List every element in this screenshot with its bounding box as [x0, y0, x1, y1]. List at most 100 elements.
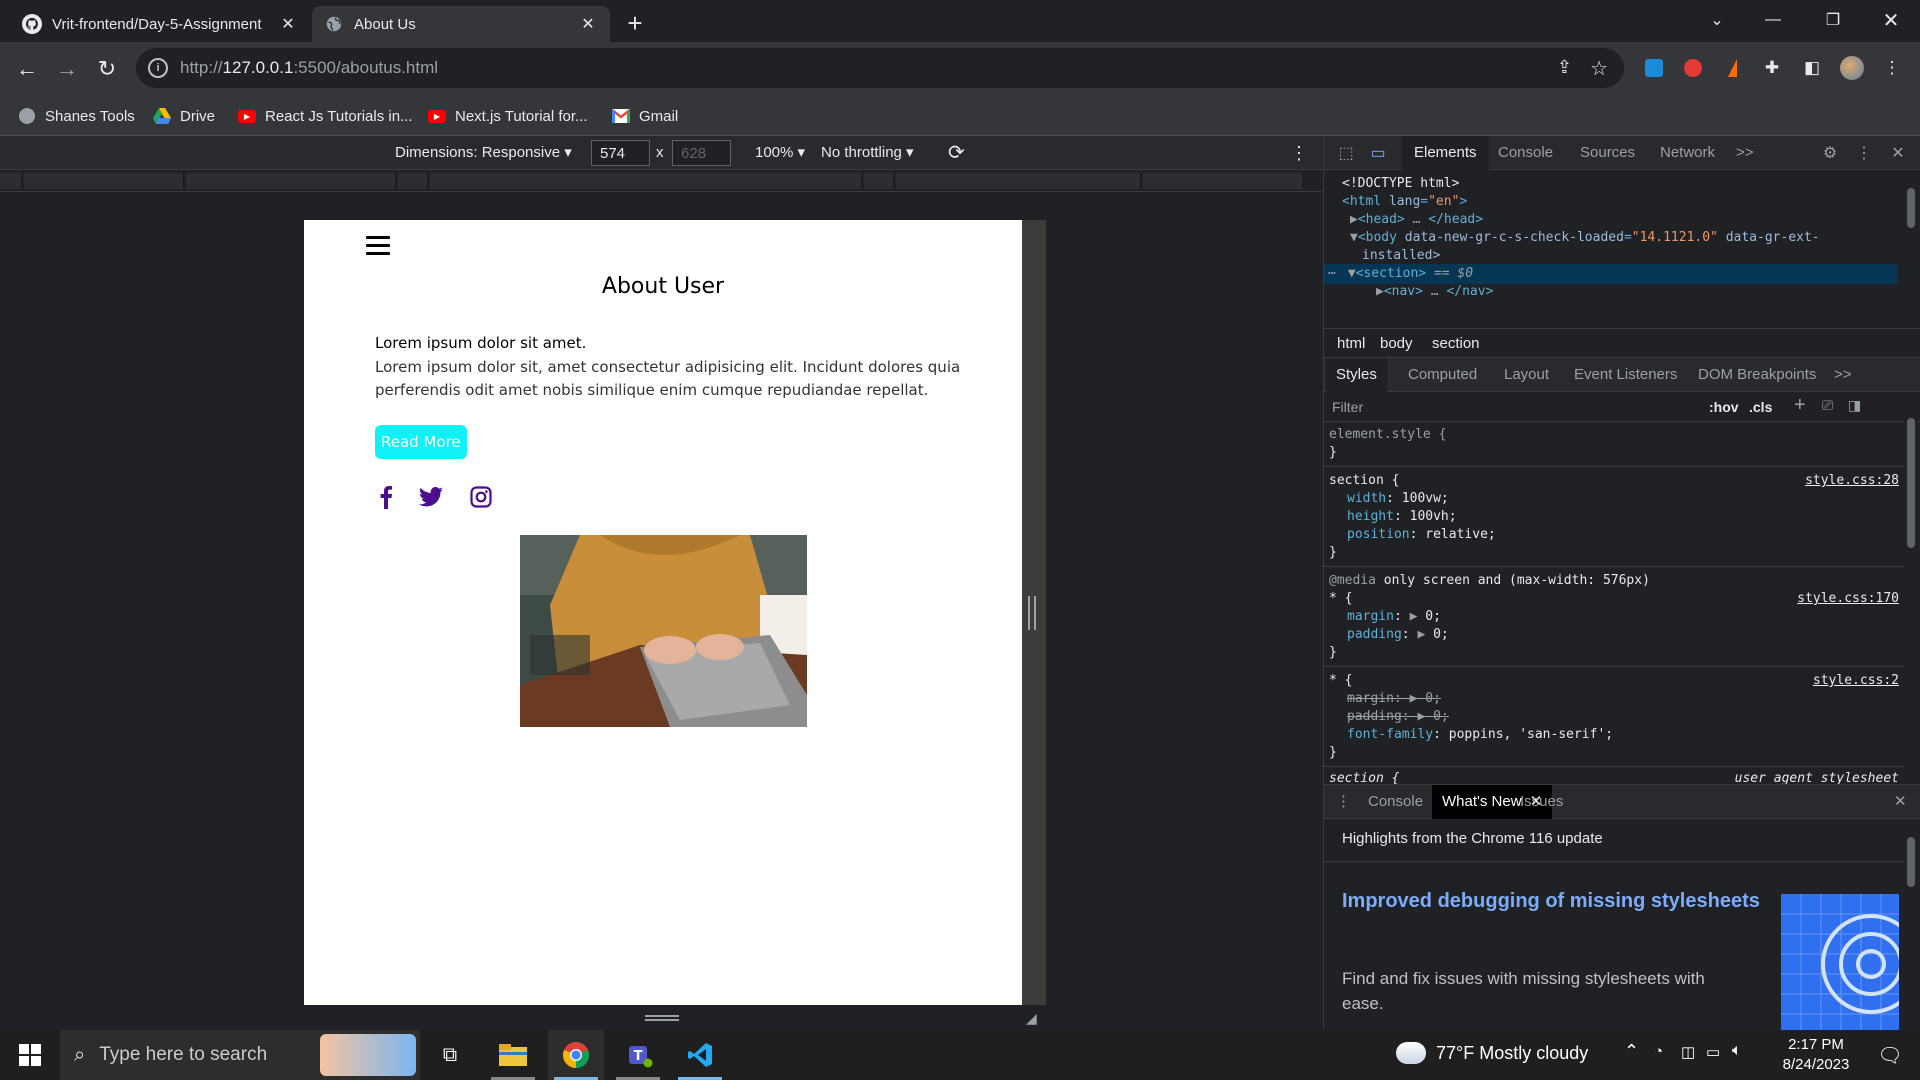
- device-toggle-icon[interactable]: ▭: [1368, 143, 1388, 163]
- twitter-icon[interactable]: [418, 484, 444, 510]
- read-more-button[interactable]: Read More: [375, 425, 467, 459]
- cls-toggle[interactable]: .cls: [1749, 399, 1772, 415]
- drawer-tab-issues[interactable]: Issues: [1510, 785, 1573, 819]
- drawer-tab-console[interactable]: Console: [1358, 785, 1433, 819]
- devtools-tab-console[interactable]: Console: [1486, 136, 1565, 170]
- dom-body-node[interactable]: ▼<body data-new-gr-c-s-check-loaded="14.…: [1350, 228, 1920, 248]
- network-icon[interactable]: ◔: [1654, 1043, 1663, 1060]
- bookmark-gmail[interactable]: Gmail: [612, 104, 678, 128]
- inspect-element-icon[interactable]: ⬚: [1336, 143, 1356, 163]
- dimensions-dropdown[interactable]: Dimensions: Responsive ▾: [395, 143, 572, 161]
- dom-section-node[interactable]: ⋯ ▼<section> == $0: [1324, 264, 1898, 284]
- viewport-width-resize-handle[interactable]: [1028, 596, 1036, 630]
- facebook-icon[interactable]: [373, 484, 399, 510]
- breadcrumb-section[interactable]: section: [1432, 335, 1480, 352]
- drawer-menu-icon[interactable]: ⋮: [1336, 792, 1351, 810]
- restore-icon[interactable]: ❐: [1810, 0, 1856, 40]
- notifications-icon[interactable]: 🗨︎: [1862, 1030, 1918, 1080]
- dom-nav-node[interactable]: ▶<nav> … </nav>: [1376, 282, 1920, 302]
- windows-start-icon[interactable]: [2, 1030, 58, 1080]
- rule-star-media[interactable]: * {style.css:170: [1329, 590, 1899, 608]
- height-input[interactable]: [672, 140, 731, 166]
- close-window-icon[interactable]: ✕: [1868, 0, 1914, 40]
- bookmark-react-tutorials[interactable]: ▶ React Js Tutorials in...: [238, 104, 413, 128]
- share-icon[interactable]: ⇪: [1557, 57, 1572, 78]
- whats-new-headline[interactable]: Improved debugging of missing stylesheet…: [1342, 889, 1762, 914]
- rule-element-style[interactable]: element.style {: [1329, 426, 1899, 444]
- taskbar-clock[interactable]: 2:17 PM 8/24/2023: [1770, 1035, 1862, 1075]
- settings-gear-icon[interactable]: ⚙: [1820, 143, 1840, 163]
- file-explorer-icon[interactable]: [485, 1030, 541, 1080]
- subtab-computed[interactable]: Computed: [1398, 358, 1487, 392]
- close-tab-icon[interactable]: ✕: [278, 14, 298, 34]
- source-link[interactable]: style.css:28: [1805, 472, 1899, 490]
- bookmark-drive[interactable]: Drive: [153, 104, 215, 128]
- task-view-icon[interactable]: ⧉: [422, 1030, 478, 1080]
- chrome-menu-icon[interactable]: ⋮: [1880, 56, 1904, 80]
- browser-tab-github[interactable]: Vrit-frontend/Day-5-Assignment ✕: [10, 6, 310, 42]
- extension-adblock-icon[interactable]: [1681, 56, 1705, 80]
- weather-text[interactable]: 77°F Mostly cloudy: [1436, 1043, 1588, 1064]
- rotate-icon[interactable]: ⟳: [948, 140, 965, 165]
- close-devtools-icon[interactable]: ✕: [1888, 143, 1908, 163]
- source-link[interactable]: style.css:170: [1797, 590, 1899, 608]
- throttling-dropdown[interactable]: No throttling ▾: [821, 143, 914, 161]
- extension-bookmark-icon[interactable]: [1720, 56, 1744, 80]
- side-panel-icon[interactable]: ◧: [1800, 56, 1824, 80]
- hov-toggle[interactable]: :hov: [1709, 399, 1739, 415]
- extension-translate-icon[interactable]: [1642, 56, 1666, 80]
- devtools-tab-network[interactable]: Network: [1648, 136, 1727, 170]
- instagram-icon[interactable]: [468, 484, 494, 510]
- viewport-height-resize-handle[interactable]: [645, 1015, 679, 1021]
- subtab-dom-breakpoints[interactable]: DOM Breakpoints: [1688, 358, 1826, 392]
- new-tab-button[interactable]: +: [620, 8, 650, 38]
- devtools-tab-sources[interactable]: Sources: [1568, 136, 1647, 170]
- hamburger-menu-icon[interactable]: [366, 236, 390, 256]
- toggle-sidebar-icon[interactable]: ◨: [1848, 397, 1861, 414]
- vscode-icon[interactable]: [672, 1030, 728, 1080]
- bookmark-nextjs-tutorial[interactable]: ▶ Next.js Tutorial for...: [428, 104, 588, 128]
- close-drawer-icon[interactable]: ✕: [1894, 792, 1907, 810]
- reload-icon[interactable]: ↻: [92, 54, 122, 84]
- address-bar[interactable]: i http://127.0.0.1:5500/aboutus.html ⇪ ☆: [136, 48, 1624, 88]
- styles-scrollbar[interactable]: [1904, 396, 1918, 782]
- taskbar-search-box[interactable]: ⌕ Type here to search: [60, 1030, 420, 1080]
- zoom-dropdown[interactable]: 100% ▾: [755, 143, 805, 161]
- bookmark-star-icon[interactable]: ☆: [1590, 56, 1608, 81]
- subtab-more[interactable]: >>: [1824, 358, 1862, 392]
- styles-filter-input[interactable]: Filter: [1332, 399, 1363, 415]
- devtools-tab-more[interactable]: >>: [1724, 136, 1766, 170]
- width-input[interactable]: [591, 140, 650, 166]
- weather-cloud-icon[interactable]: [1396, 1042, 1426, 1064]
- new-rule-icon[interactable]: +: [1794, 394, 1806, 417]
- bookmark-shanes-tools[interactable]: Shanes Tools: [18, 104, 135, 128]
- site-info-icon[interactable]: i: [148, 58, 168, 78]
- dom-doctype[interactable]: <!DOCTYPE html>: [1342, 174, 1920, 194]
- dom-scrollbar[interactable]: [1904, 170, 1918, 326]
- paint-brush-icon[interactable]: ⎚: [1822, 397, 1833, 414]
- subtab-styles[interactable]: Styles: [1326, 358, 1387, 392]
- meet-now-icon[interactable]: ◫: [1681, 1043, 1695, 1061]
- breadcrumb-body[interactable]: body: [1380, 335, 1413, 352]
- volume-icon[interactable]: 🔈︎: [1732, 1042, 1742, 1060]
- profile-avatar[interactable]: [1840, 56, 1864, 80]
- forward-icon[interactable]: →: [52, 54, 82, 84]
- minimize-icon[interactable]: —: [1750, 0, 1796, 40]
- breadcrumb-html[interactable]: html: [1337, 335, 1365, 352]
- tab-search-icon[interactable]: ⌄: [1694, 0, 1740, 40]
- rule-section[interactable]: section {style.css:28: [1329, 472, 1899, 490]
- browser-tab-about-us[interactable]: About Us ✕: [312, 6, 610, 42]
- extensions-puzzle-icon[interactable]: ✚: [1760, 56, 1784, 80]
- battery-icon[interactable]: ▭: [1706, 1043, 1720, 1061]
- drawer-scrollbar[interactable]: [1904, 819, 1918, 1031]
- source-link[interactable]: style.css:2: [1813, 672, 1899, 690]
- viewport-corner-resize-handle[interactable]: ◢: [1026, 1010, 1042, 1026]
- dom-head-node[interactable]: ▶<head> … </head>: [1350, 210, 1920, 230]
- tray-expand-icon[interactable]: ⌃: [1624, 1041, 1639, 1062]
- teams-icon[interactable]: T: [610, 1030, 666, 1080]
- subtab-layout[interactable]: Layout: [1494, 358, 1559, 392]
- close-tab-icon[interactable]: ✕: [578, 14, 598, 34]
- chrome-taskbar-icon[interactable]: [548, 1030, 604, 1080]
- devtools-menu-icon[interactable]: ⋮: [1854, 143, 1874, 163]
- device-toolbar-menu-icon[interactable]: ⋮: [1290, 143, 1308, 164]
